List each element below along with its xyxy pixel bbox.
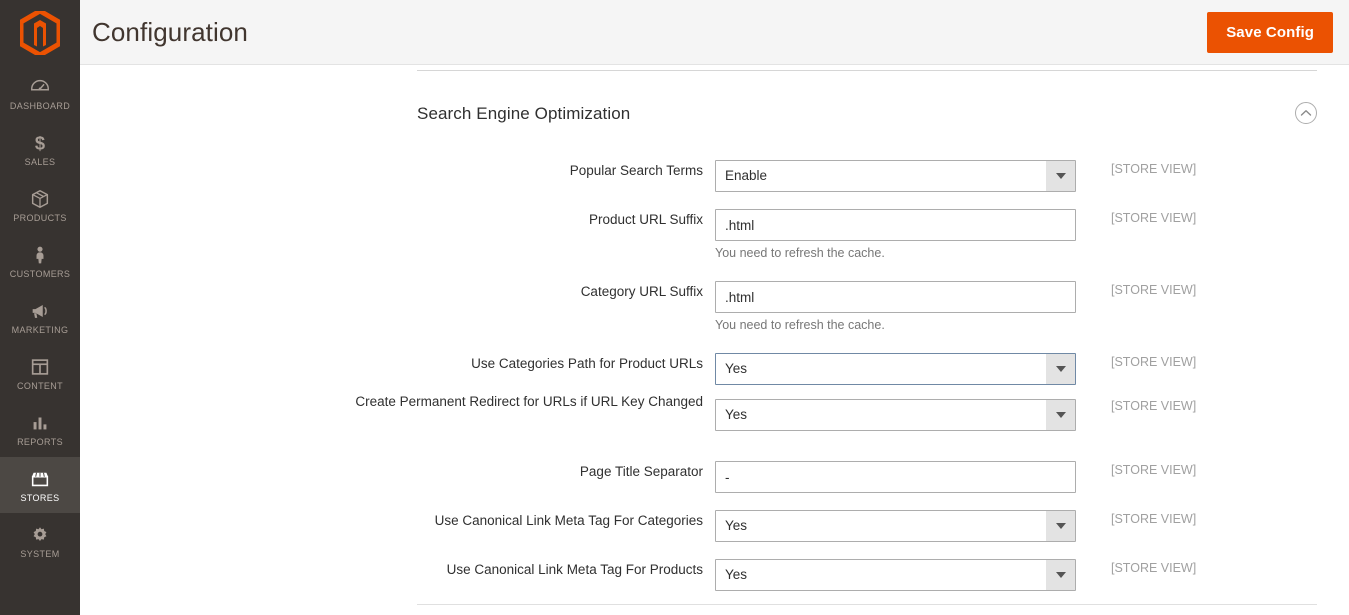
save-config-button[interactable]: Save Config	[1207, 12, 1333, 53]
select-value: Yes	[725, 567, 748, 582]
dollar-icon: $	[29, 131, 51, 155]
select-value: Enable	[725, 168, 768, 183]
sidebar-item-marketing[interactable]: MARKETING	[0, 289, 80, 345]
sidebar-item-label: REPORTS	[17, 437, 63, 447]
sidebar-item-stores[interactable]: STORES	[0, 457, 80, 513]
sidebar-nav: DASHBOARD $ SALES PRODUCTS CUSTOMERS MARKETIN…	[0, 65, 80, 569]
sidebar-item-label: SALES	[24, 157, 56, 167]
field-control-create-permanent-redirect: Yes	[715, 399, 1076, 431]
scope-label-popular-search-terms: [STORE VIEW]	[1111, 162, 1197, 176]
chevron-down-icon[interactable]	[1046, 354, 1075, 384]
gear-icon	[29, 523, 51, 547]
chevron-up-circle-icon[interactable]	[1295, 102, 1317, 124]
page-header: Configuration Save Config	[80, 0, 1349, 65]
sidebar-item-dashboard[interactable]: DASHBOARD	[0, 65, 80, 121]
sidebar-item-customers[interactable]: CUSTOMERS	[0, 233, 80, 289]
page-title: Configuration	[92, 17, 248, 47]
box-icon	[29, 187, 51, 211]
section-title: Search Engine Optimization	[417, 104, 631, 123]
dashboard-icon	[29, 75, 51, 99]
field-control-category-url-suffix	[715, 281, 1076, 313]
store-icon	[29, 467, 51, 491]
chevron-down-icon[interactable]	[1046, 400, 1075, 430]
scope-label-use-canonical-link-meta-tag-for-products: [STORE VIEW]	[1111, 561, 1197, 575]
scope-label-product-url-suffix: [STORE VIEW]	[1111, 211, 1197, 225]
section-divider-bottom	[417, 604, 1317, 605]
scope-label-use-canonical-link-meta-tag-for-categories: [STORE VIEW]	[1111, 512, 1197, 526]
field-label-product-url-suffix: Product URL Suffix	[588, 212, 703, 227]
field-control-use-categories-path-for-product-urls: Yes	[715, 353, 1076, 385]
scope-label-category-url-suffix: [STORE VIEW]	[1111, 283, 1197, 297]
sidebar-item-label: STORES	[20, 493, 60, 503]
section-header-search-engine-optimization[interactable]: Search Engine Optimization	[417, 98, 1317, 140]
select-value: Yes	[725, 361, 748, 376]
sidebar-item-system[interactable]: SYSTEM	[0, 513, 80, 569]
scope-label-create-permanent-redirect: [STORE VIEW]	[1111, 399, 1197, 413]
field-label-popular-search-terms: Popular Search Terms	[569, 163, 703, 178]
svg-text:$: $	[35, 132, 45, 153]
field-label-category-url-suffix: Category URL Suffix	[580, 284, 703, 299]
configuration-content: Search Engine Optimization Popular Searc…	[80, 65, 1349, 615]
select-value: Yes	[725, 407, 748, 422]
field-control-use-canonical-link-meta-tag-for-categories: Yes	[715, 510, 1076, 542]
select-value: Yes	[725, 518, 748, 533]
sidebar-item-sales[interactable]: $ SALES	[0, 121, 80, 177]
input-category-url-suffix[interactable]	[715, 281, 1076, 313]
select-use-canonical-link-meta-tag-for-categories[interactable]: Yes	[715, 510, 1076, 542]
sidebar-item-products[interactable]: PRODUCTS	[0, 177, 80, 233]
field-control-popular-search-terms: Enable	[715, 160, 1076, 192]
input-product-url-suffix[interactable]	[715, 209, 1076, 241]
sidebar-item-content[interactable]: CONTENT	[0, 345, 80, 401]
field-label-use-canonical-link-meta-tag-for-categories: Use Canonical Link Meta Tag For Categori…	[434, 513, 703, 528]
field-label-use-categories-path-for-product-urls: Use Categories Path for Product URLs	[471, 356, 703, 371]
chevron-down-icon[interactable]	[1046, 161, 1075, 191]
select-use-canonical-link-meta-tag-for-products[interactable]: Yes	[715, 559, 1076, 591]
sidebar-item-label: CUSTOMERS	[9, 269, 71, 279]
field-control-page-title-separator	[715, 461, 1076, 493]
select-use-categories-path-for-product-urls[interactable]: Yes	[715, 353, 1076, 385]
chevron-down-icon[interactable]	[1046, 511, 1075, 541]
sidebar-item-label: PRODUCTS	[13, 213, 67, 223]
layout-icon	[29, 355, 51, 379]
input-page-title-separator[interactable]	[715, 461, 1076, 493]
field-control-product-url-suffix	[715, 209, 1076, 241]
bar-chart-icon	[29, 411, 51, 435]
sidebar-item-reports[interactable]: REPORTS	[0, 401, 80, 457]
field-label-page-title-separator: Page Title Separator	[579, 464, 703, 479]
section-divider-top	[417, 70, 1317, 71]
admin-page: DASHBOARD $ SALES PRODUCTS CUSTOMERS MARKETIN…	[0, 0, 1349, 615]
sidebar-item-label: DASHBOARD	[9, 101, 71, 111]
main-sidebar: DASHBOARD $ SALES PRODUCTS CUSTOMERS MARKETIN…	[0, 0, 80, 615]
field-label-use-canonical-link-meta-tag-for-products: Use Canonical Link Meta Tag For Products	[446, 562, 703, 577]
field-note-product-url-suffix: You need to refresh the cache.	[715, 246, 885, 260]
person-icon	[29, 243, 51, 267]
field-note-category-url-suffix: You need to refresh the cache.	[715, 318, 885, 332]
scope-label-page-title-separator: [STORE VIEW]	[1111, 463, 1197, 477]
magento-logo-icon[interactable]	[0, 0, 80, 65]
megaphone-icon	[29, 299, 51, 323]
sidebar-item-label: MARKETING	[11, 325, 69, 335]
sidebar-item-label: CONTENT	[16, 381, 64, 391]
select-create-permanent-redirect[interactable]: Yes	[715, 399, 1076, 431]
scope-label-use-categories-path-for-product-urls: [STORE VIEW]	[1111, 355, 1197, 369]
field-control-use-canonical-link-meta-tag-for-products: Yes	[715, 559, 1076, 591]
sidebar-item-label: SYSTEM	[20, 549, 60, 559]
field-label-create-permanent-redirect: Create Permanent Redirect for URLs if UR…	[355, 394, 703, 409]
select-popular-search-terms[interactable]: Enable	[715, 160, 1076, 192]
chevron-down-icon[interactable]	[1046, 560, 1075, 590]
